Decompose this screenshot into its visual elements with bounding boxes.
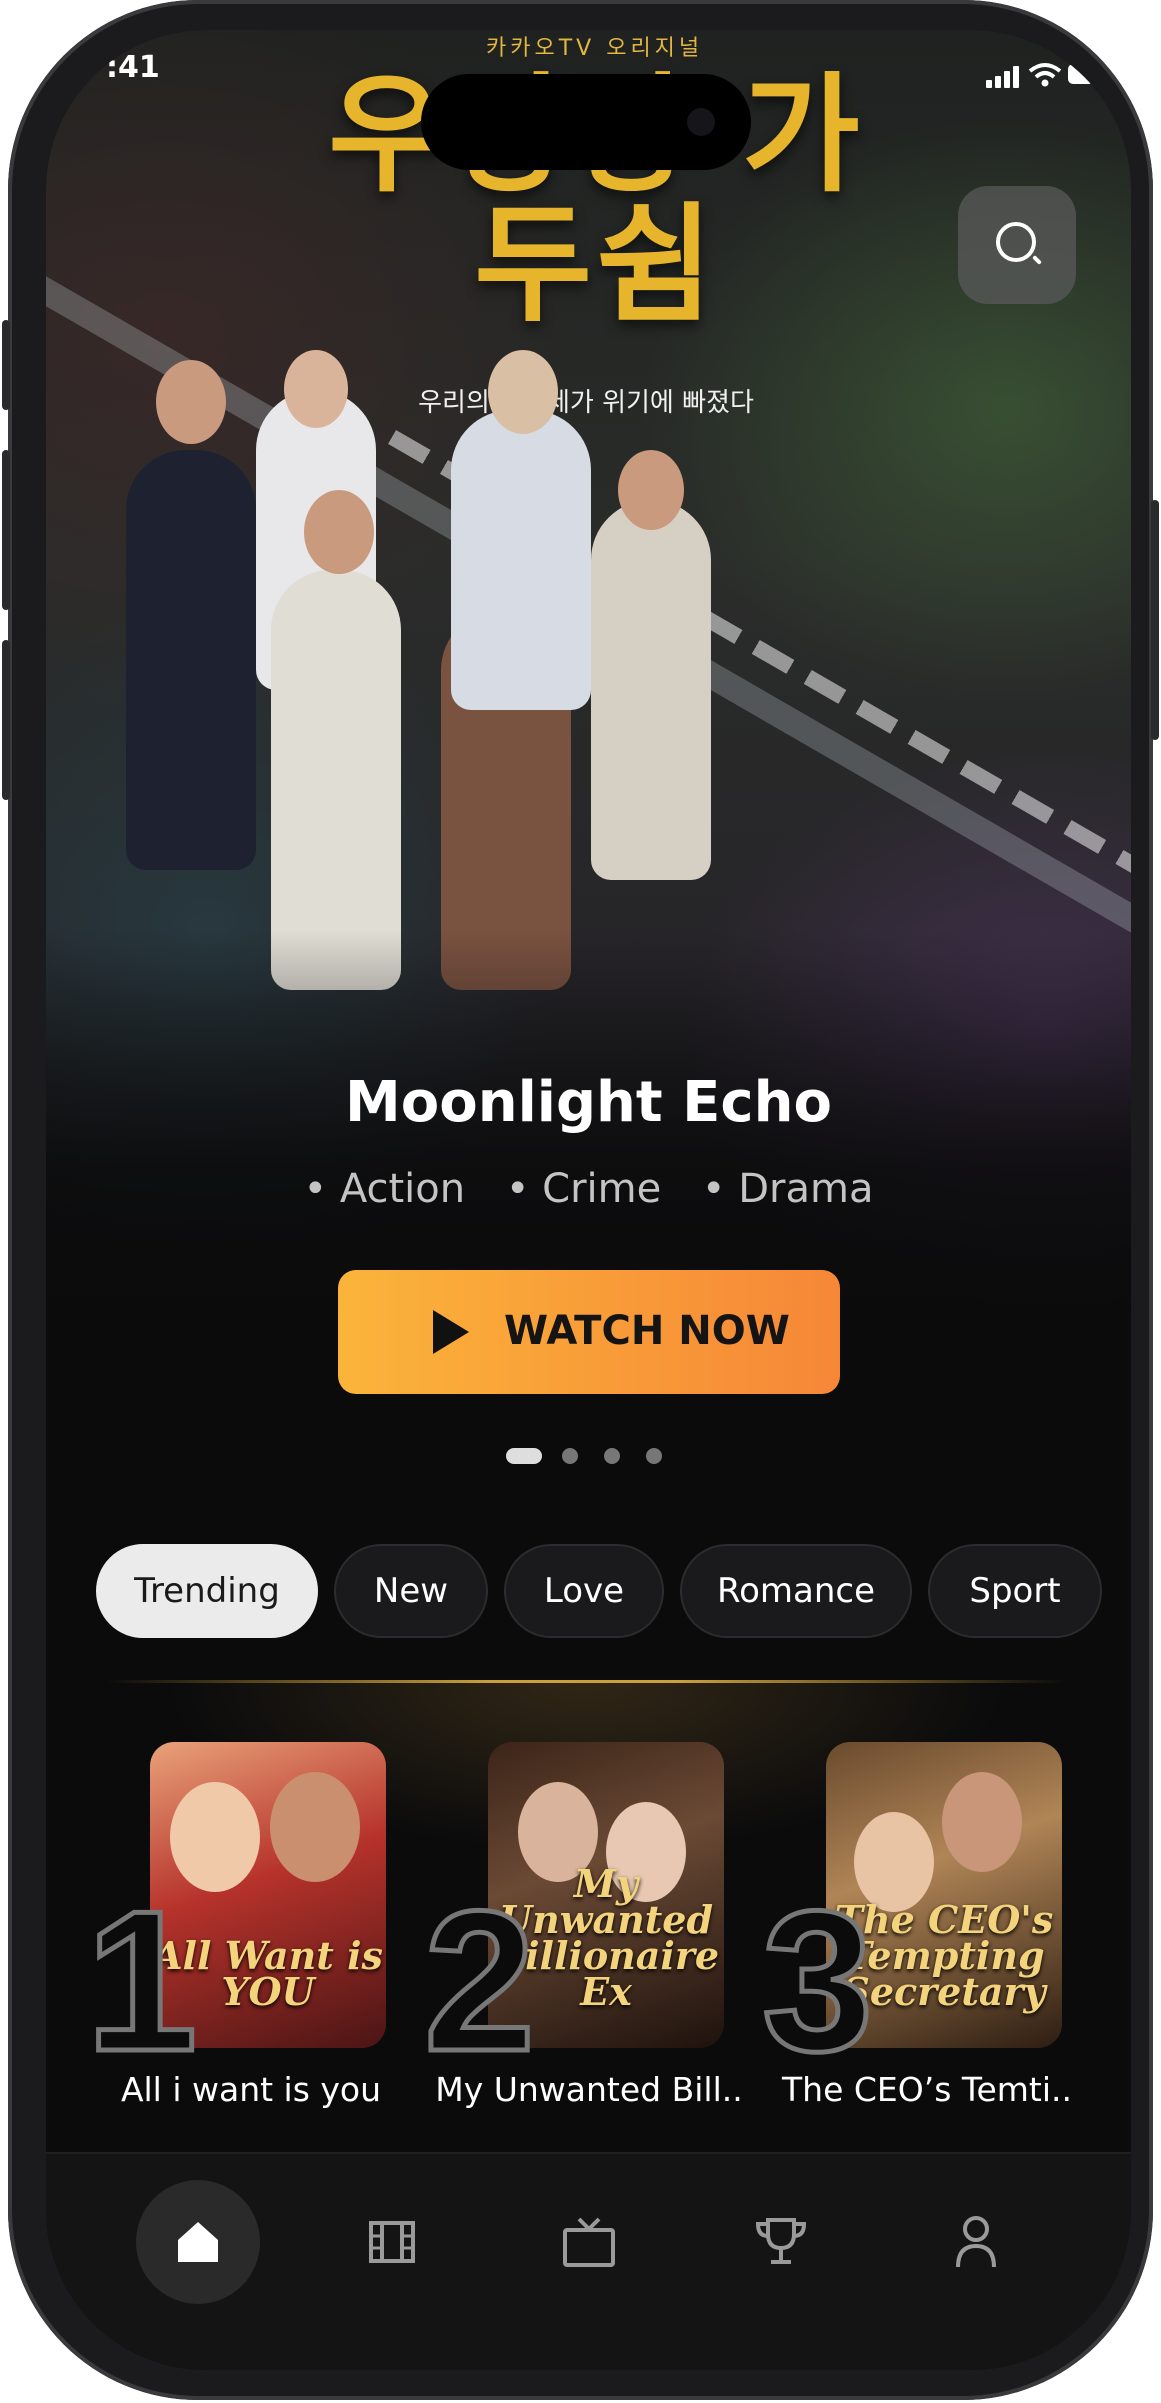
bottom-nav (46, 2152, 1131, 2370)
profile-icon (956, 2216, 996, 2268)
genre-tag: • Crime (505, 1166, 662, 1212)
wifi-icon (1028, 63, 1062, 87)
carousel-dot[interactable] (562, 1448, 578, 1464)
poster-top-text: 카카오TV 오리지널 (486, 36, 704, 61)
film-icon (369, 2221, 415, 2263)
genre-tag: • Drama (701, 1166, 874, 1212)
play-icon (433, 1310, 469, 1354)
watch-now-button[interactable]: WATCH NOW (338, 1270, 840, 1394)
poster-tagline: 우리의 십팔세가 위기에 빠졌다 (418, 388, 754, 418)
tab-sport[interactable]: Sport (928, 1544, 1102, 1638)
genre-tag: • Action (303, 1166, 466, 1212)
mute-switch (2, 320, 10, 410)
status-time: :41 (106, 50, 160, 85)
nav-home[interactable] (136, 2180, 260, 2304)
search-button[interactable] (958, 186, 1076, 304)
tab-new[interactable]: New (334, 1544, 488, 1638)
tab-romance[interactable]: Romance (680, 1544, 912, 1638)
battery-icon (1068, 64, 1094, 84)
watch-now-label: WATCH NOW (504, 1308, 790, 1354)
rank-number: 3 (759, 1870, 875, 2093)
volume-down-button (2, 640, 10, 800)
nav-movies[interactable] (330, 2180, 454, 2304)
nav-profile[interactable] (914, 2180, 1038, 2304)
card-title: My Unwanted Bill.. (435, 2070, 743, 2109)
carousel-dot-active[interactable] (506, 1448, 542, 1464)
top-list-card[interactable]: All Want is YOU 1 All i want is you (83, 1742, 416, 2109)
power-button (1151, 500, 1159, 740)
signal-icon (986, 60, 1026, 90)
volume-up-button (2, 450, 10, 610)
tab-love[interactable]: Love (504, 1544, 664, 1638)
phone-frame: 카카오TV 오리지널 우당탕 가두쉼 우리의 십팔세가 위기에 빠졌다 Moon… (2, 0, 1159, 2400)
tv-icon (563, 2217, 615, 2267)
nav-tv[interactable] (526, 2180, 650, 2304)
home-icon (178, 2222, 218, 2262)
top-list-card[interactable]: My Unwanted Billionaire Ex 2 My Unwanted… (421, 1742, 754, 2109)
movie-title: Moonlight Echo (345, 1070, 832, 1135)
tab-trending[interactable]: Trending (96, 1544, 318, 1638)
dynamic-island (421, 74, 751, 170)
nav-rankings[interactable] (718, 2180, 842, 2304)
top-list-card[interactable]: The CEO's Tempting Secretary 3 The CEO’s… (759, 1742, 1092, 2109)
card-title: The CEO’s Temti.. (782, 2070, 1072, 2109)
section-divider (106, 1680, 1066, 1683)
carousel-dot[interactable] (604, 1448, 620, 1464)
genre-list: • Action • Crime • Drama (46, 1166, 1131, 1212)
carousel-dot[interactable] (646, 1448, 662, 1464)
app-screen: 카카오TV 오리지널 우당탕 가두쉼 우리의 십팔세가 위기에 빠졌다 Moon… (46, 30, 1131, 2370)
status-indicators (986, 60, 1096, 100)
rank-number: 1 (83, 1870, 199, 2093)
card-title: All i want is you (120, 2070, 382, 2109)
trophy-icon (755, 2218, 807, 2264)
rank-number: 2 (421, 1870, 537, 2093)
